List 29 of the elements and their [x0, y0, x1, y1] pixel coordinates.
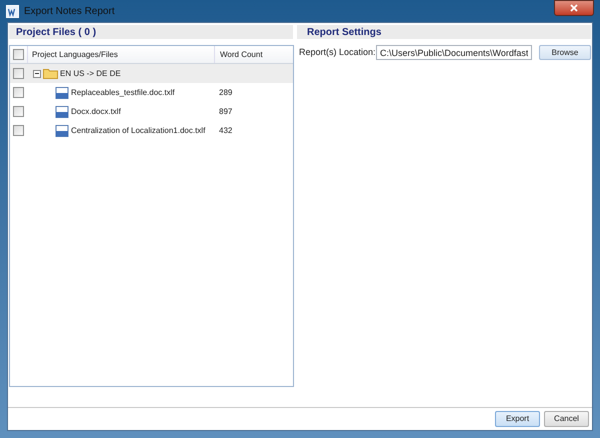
- word-count: 897: [219, 106, 232, 116]
- checkbox[interactable]: [13, 68, 24, 79]
- location-field[interactable]: C:\Users\Public\Documents\Wordfast: [376, 45, 532, 60]
- tree-item-label[interactable]: Centralization of Localization1.doc.txlf: [71, 124, 206, 136]
- checkbox[interactable]: [13, 49, 24, 60]
- window-title: Export Notes Report: [24, 4, 116, 18]
- word-count: 289: [219, 88, 232, 96]
- export-button[interactable]: Export: [495, 411, 540, 427]
- checkbox[interactable]: [13, 87, 24, 98]
- column-header[interactable]: Project Languages/Files: [32, 48, 118, 60]
- file-icon: [55, 124, 69, 136]
- tree-item-label[interactable]: EN US -> DE DE: [60, 68, 121, 80]
- checkbox[interactable]: [13, 106, 24, 117]
- folder-icon: [43, 68, 58, 79]
- word-count: 432: [219, 126, 232, 134]
- close-icon: [570, 4, 578, 12]
- file-icon: [55, 106, 69, 118]
- file-icon: [55, 86, 69, 98]
- section-title: Report Settings: [307, 26, 382, 40]
- app-icon: [6, 4, 19, 18]
- cancel-button[interactable]: Cancel: [544, 411, 589, 427]
- browse-button[interactable]: Browse: [539, 45, 591, 60]
- tree-item-label[interactable]: Replaceables_testfile.doc.txlf: [71, 86, 175, 98]
- close-button[interactable]: [554, 0, 594, 16]
- checkbox[interactable]: [13, 125, 24, 136]
- tree-item-label[interactable]: Docx.docx.txlf: [71, 106, 121, 118]
- collapse-icon[interactable]: [33, 70, 41, 78]
- section-title: Project Files ( 0 ): [16, 26, 96, 40]
- column-header[interactable]: Word Count: [220, 48, 263, 60]
